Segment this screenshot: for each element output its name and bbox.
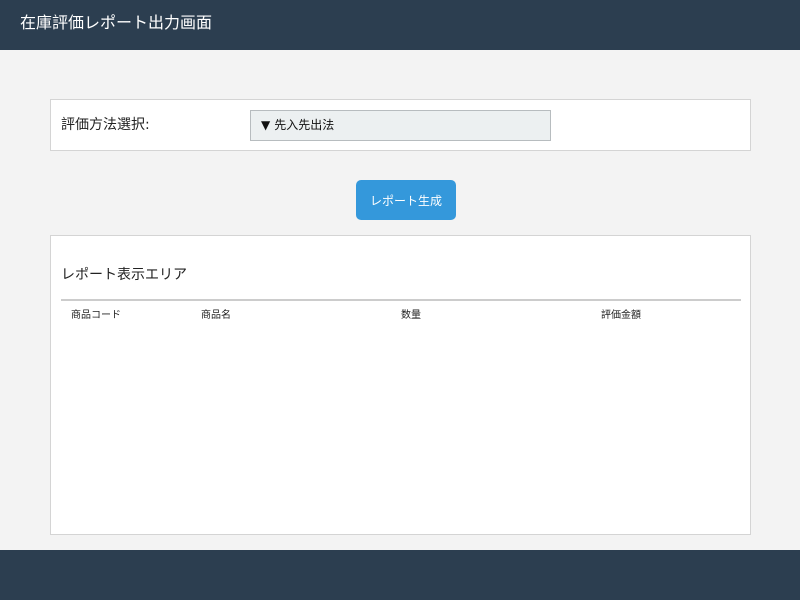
generate-report-button[interactable]: レポート生成 [356, 180, 456, 220]
column-header-product-code: 商品コード [71, 310, 121, 321]
method-select-value: 先入先出法 [274, 118, 335, 132]
method-panel: 評価方法選択: ▼ 先入先出法 [50, 99, 751, 151]
page-title: 在庫評価レポート出力画面 [20, 13, 213, 32]
report-divider [61, 299, 741, 301]
column-header-quantity: 数量 [401, 310, 421, 321]
method-label: 評価方法選択: [61, 117, 150, 133]
report-area-title: レポート表示エリア [61, 267, 187, 283]
report-panel: レポート表示エリア 商品コード 商品名 数量 評価金額 [50, 235, 751, 535]
dropdown-arrow-icon: ▼ [261, 118, 271, 132]
column-header-valuation-amount: 評価金額 [601, 310, 641, 321]
app-footer [0, 550, 800, 600]
column-header-product-name: 商品名 [201, 310, 231, 321]
app-header: 在庫評価レポート出力画面 [0, 0, 800, 50]
method-select[interactable]: ▼ 先入先出法 [250, 110, 551, 141]
